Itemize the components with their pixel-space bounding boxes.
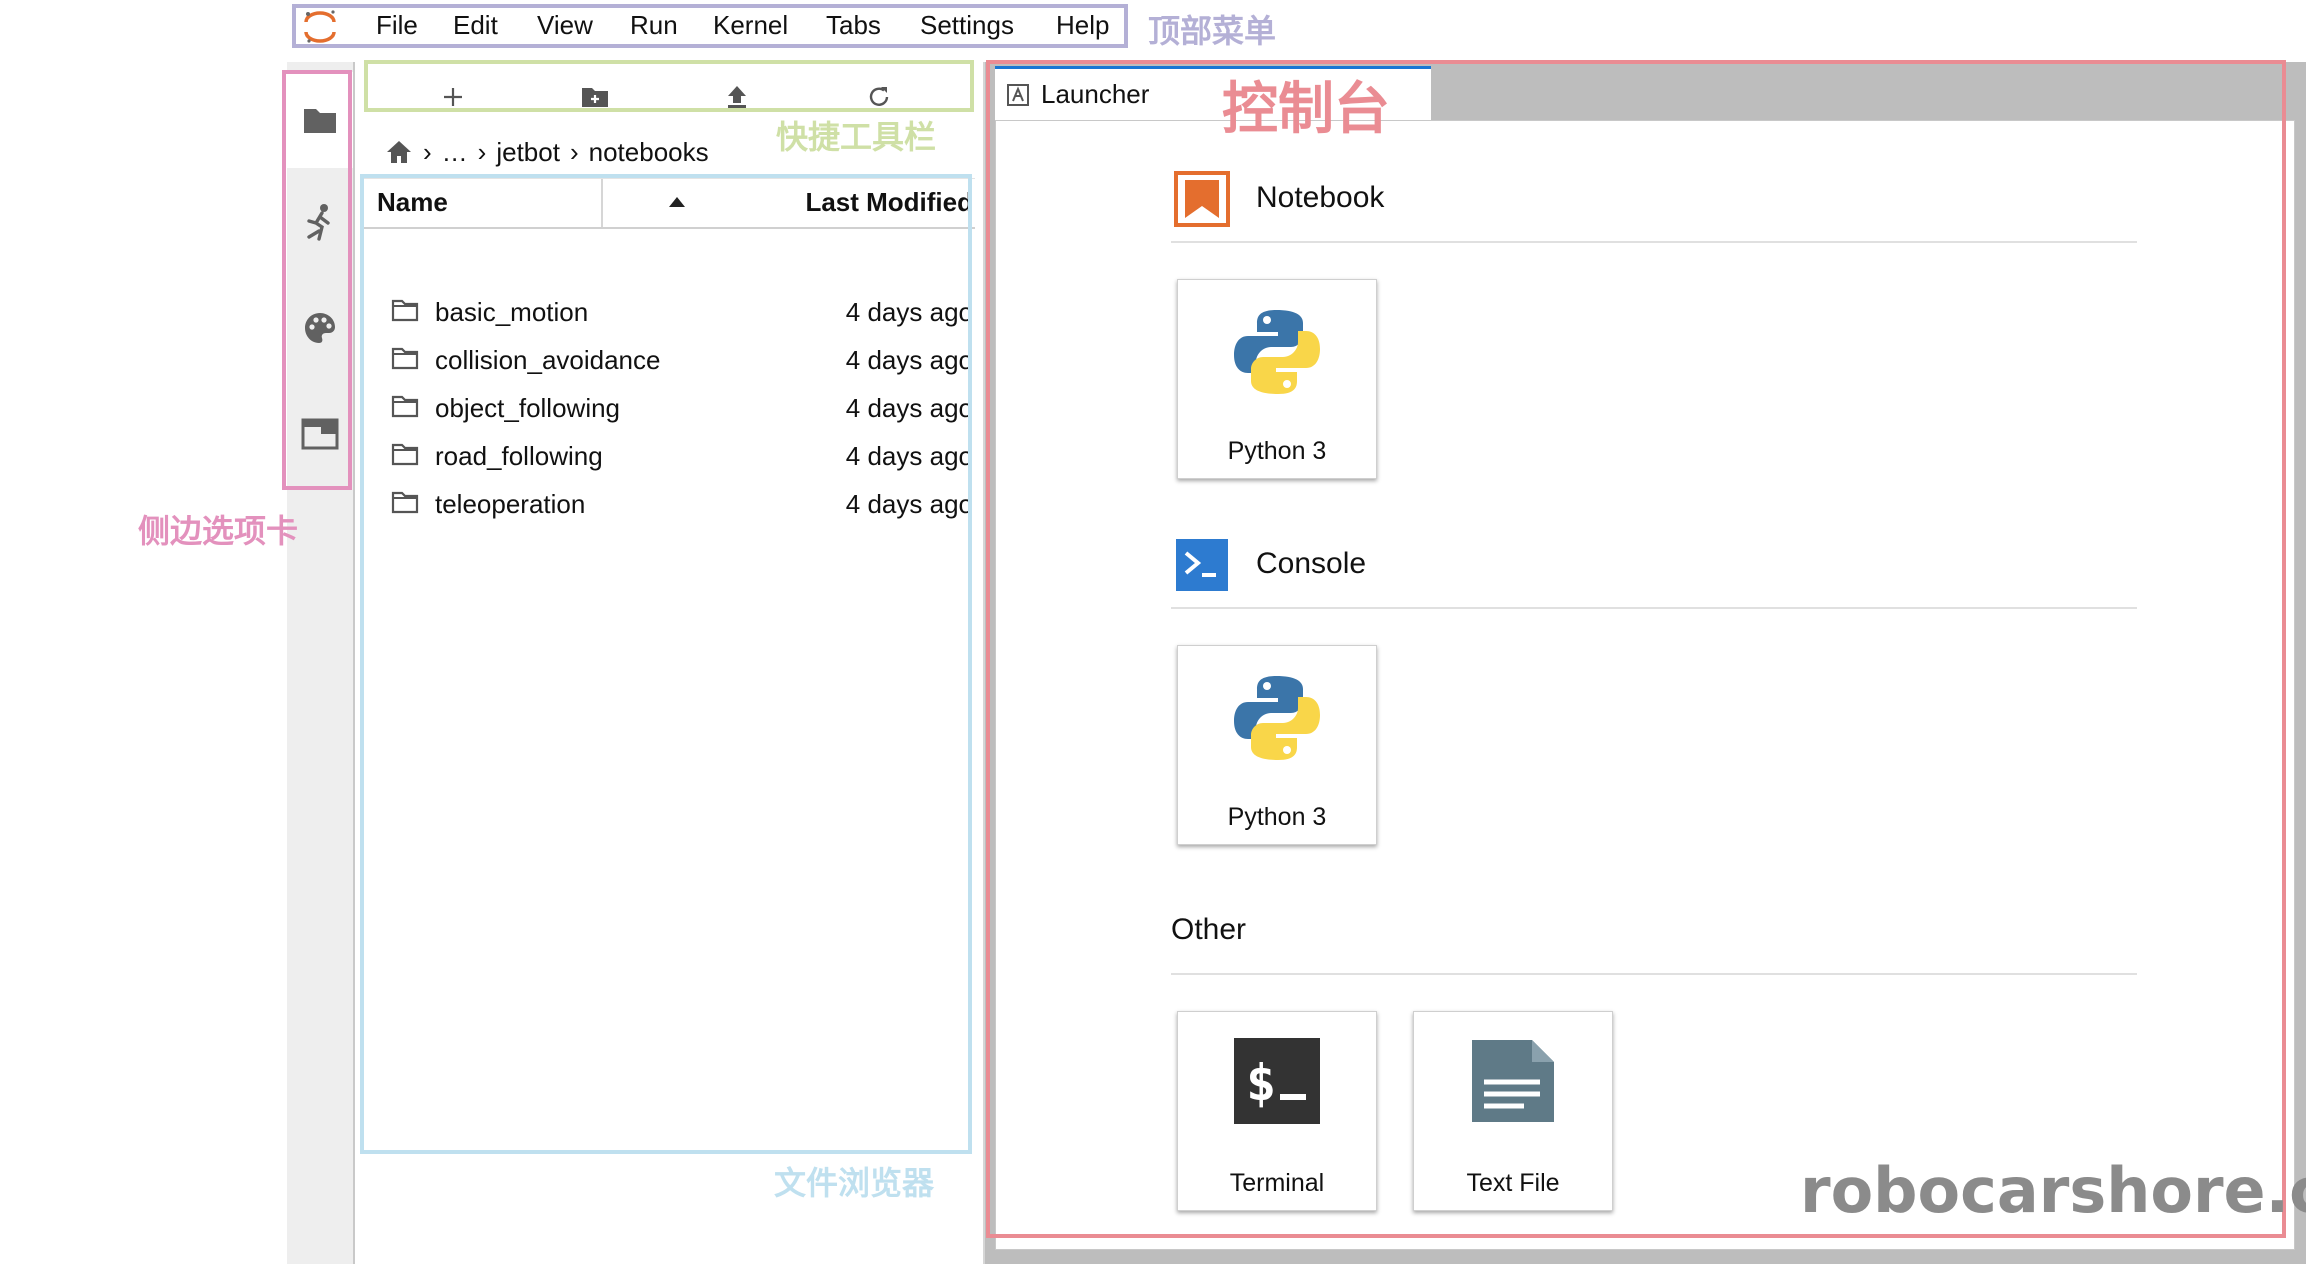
- file-browser-annotation-box: [360, 174, 972, 1154]
- top-menu-annotation-label: 顶部菜单: [1148, 12, 1277, 50]
- side-tabs-annotation-label: 侧边选项卡: [138, 512, 299, 550]
- side-tabs-annotation-box: [282, 70, 352, 490]
- console-annotation-label: 控制台: [1222, 77, 1390, 142]
- breadcrumb-separator: ›: [477, 136, 487, 167]
- toolbar-annotation-label: 快捷工具栏: [776, 118, 937, 156]
- breadcrumb-jetbot[interactable]: jetbot: [496, 137, 560, 168]
- breadcrumb-notebooks[interactable]: notebooks: [589, 137, 709, 168]
- breadcrumb-ellipsis[interactable]: …: [442, 137, 468, 168]
- toolbar-annotation-box: [364, 60, 974, 112]
- top-menu-annotation-box: [292, 4, 1128, 48]
- home-icon[interactable]: [385, 139, 413, 165]
- watermark: robocarshore.cn: [1800, 1154, 2306, 1227]
- file-browser-annotation-label: 文件浏览器: [774, 1164, 935, 1202]
- breadcrumb-separator: ›: [569, 136, 579, 167]
- breadcrumb-separator: ›: [423, 136, 432, 167]
- console-annotation-box: [986, 60, 2286, 1238]
- breadcrumb: › … › jetbot › notebooks: [385, 132, 709, 172]
